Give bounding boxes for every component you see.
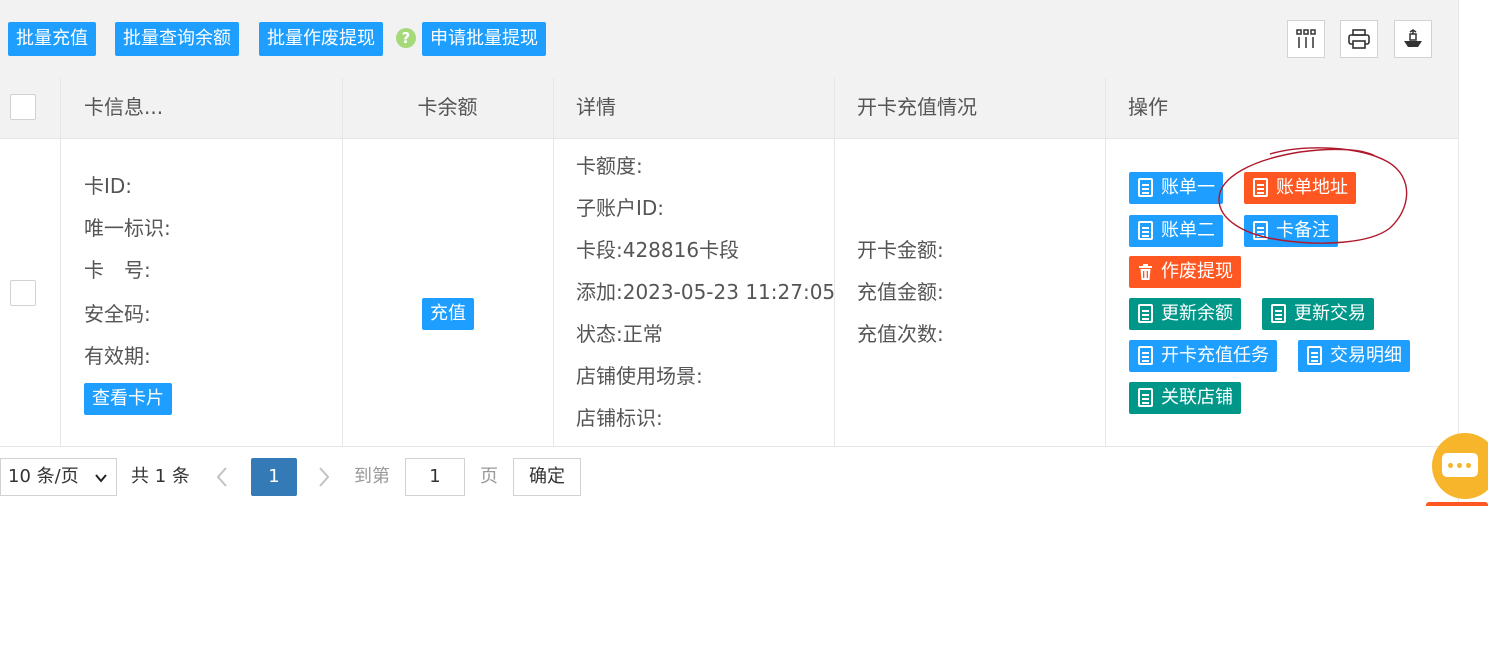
bill-one-label: 账单一 xyxy=(1161,177,1215,198)
void-withdraw-label: 作废提现 xyxy=(1161,261,1233,282)
trash-icon xyxy=(1139,264,1152,280)
right-scroll-strip xyxy=(1458,0,1488,505)
bill-one-button[interactable]: 账单一 xyxy=(1129,172,1223,204)
status-text: 状态:正常 xyxy=(576,322,663,346)
floating-tab-edge[interactable] xyxy=(1426,502,1488,506)
column-divider xyxy=(1105,78,1106,446)
header-card-info[interactable]: 卡信息... xyxy=(84,78,163,138)
columns-icon[interactable] xyxy=(1287,20,1325,58)
total-count: 共 1 条 xyxy=(131,466,190,487)
document-icon xyxy=(1138,304,1153,323)
column-divider xyxy=(553,78,554,446)
pagination: 10 条/页 共 1 条 1 到第 1 页 确定 xyxy=(0,458,600,496)
document-icon xyxy=(1138,178,1153,197)
header-balance[interactable]: 卡余额 xyxy=(342,78,553,138)
page-unit-label: 页 xyxy=(480,466,498,487)
export-icon[interactable] xyxy=(1394,20,1432,58)
card-limit-label: 卡额度: xyxy=(576,154,643,178)
goto-page-input[interactable]: 1 xyxy=(405,458,465,496)
recharge-count-label: 充值次数: xyxy=(857,322,944,346)
batch-recharge-button[interactable]: 批量充值 xyxy=(8,22,96,56)
bill-two-button[interactable]: 账单二 xyxy=(1129,215,1223,247)
page-size-select[interactable]: 10 条/页 xyxy=(0,458,117,496)
trade-detail-label: 交易明细 xyxy=(1330,345,1402,366)
header-details[interactable]: 详情 xyxy=(576,78,616,138)
void-withdraw-button[interactable]: 作废提现 xyxy=(1129,256,1241,288)
link-store-label: 关联店铺 xyxy=(1161,387,1233,408)
table-header xyxy=(0,78,1458,139)
trade-detail-button[interactable]: 交易明细 xyxy=(1298,340,1410,372)
recharge-amount-label: 充值金额: xyxy=(857,280,944,304)
card-note-button[interactable]: 卡备注 xyxy=(1244,215,1338,247)
document-icon xyxy=(1138,388,1153,407)
print-icon[interactable] xyxy=(1340,20,1378,58)
card-number-label: 卡 号: xyxy=(84,258,151,282)
card-segment-text: 卡段:428816卡段 xyxy=(576,238,740,262)
current-page[interactable]: 1 xyxy=(251,458,297,496)
page-size-value: 10 条/页 xyxy=(8,466,79,487)
open-recharge-task-button[interactable]: 开卡充值任务 xyxy=(1129,340,1277,372)
prev-page-icon[interactable] xyxy=(215,458,229,496)
document-icon xyxy=(1138,346,1153,365)
document-icon xyxy=(1253,178,1268,197)
security-code-label: 安全码: xyxy=(84,302,151,326)
bill-address-label: 账单地址 xyxy=(1276,177,1348,198)
chevron-down-icon xyxy=(95,474,107,483)
header-actions[interactable]: 操作 xyxy=(1128,78,1168,138)
unique-id-label: 唯一标识: xyxy=(84,216,171,240)
goto-confirm-button[interactable]: 确定 xyxy=(513,458,581,496)
document-icon xyxy=(1253,221,1268,240)
update-trade-button[interactable]: 更新交易 xyxy=(1262,298,1374,330)
view-card-button[interactable]: 查看卡片 xyxy=(84,383,172,415)
bill-address-button[interactable]: 账单地址 xyxy=(1244,172,1356,204)
update-balance-label: 更新余额 xyxy=(1161,303,1233,324)
card-id-label: 卡ID: xyxy=(84,174,133,198)
card-table: 卡信息... 卡余额 详情 开卡充值情况 操作 卡ID: 唯一标识: 卡 号: … xyxy=(0,78,1458,447)
document-icon xyxy=(1307,346,1322,365)
open-recharge-task-label: 开卡充值任务 xyxy=(1161,345,1269,366)
update-balance-button[interactable]: 更新余额 xyxy=(1129,298,1241,330)
document-icon xyxy=(1271,304,1286,323)
chat-icon[interactable] xyxy=(1432,433,1488,499)
row-checkbox[interactable] xyxy=(10,280,36,306)
added-time-text: 添加:2023-05-23 11:27:05 xyxy=(576,280,836,304)
expiry-label: 有效期: xyxy=(84,344,151,368)
apply-batch-withdraw-button[interactable]: 申请批量提现 xyxy=(422,22,546,56)
batch-query-balance-button[interactable]: 批量查询余额 xyxy=(115,22,239,56)
batch-void-withdraw-button[interactable]: 批量作废提现 xyxy=(259,22,383,56)
bill-two-label: 账单二 xyxy=(1161,220,1215,241)
header-open-recharge[interactable]: 开卡充值情况 xyxy=(857,78,977,138)
card-note-label: 卡备注 xyxy=(1276,220,1330,241)
table-toolbar: 批量充值 批量查询余额 批量作废提现 ? 申请批量提现 xyxy=(0,0,1458,78)
column-divider xyxy=(834,78,835,446)
store-scene-label: 店铺使用场景: xyxy=(576,364,703,388)
sub-account-label: 子账户ID: xyxy=(576,196,665,220)
update-trade-label: 更新交易 xyxy=(1294,303,1366,324)
document-icon xyxy=(1138,221,1153,240)
link-store-button[interactable]: 关联店铺 xyxy=(1129,382,1241,414)
recharge-button[interactable]: 充值 xyxy=(422,298,474,330)
select-all-checkbox[interactable] xyxy=(10,94,36,120)
open-amount-label: 开卡金额: xyxy=(857,238,944,262)
goto-label: 到第 xyxy=(354,466,390,487)
next-page-icon[interactable] xyxy=(317,458,331,496)
help-icon[interactable]: ? xyxy=(396,28,416,48)
column-divider xyxy=(60,78,61,446)
store-tag-label: 店铺标识: xyxy=(576,406,663,430)
